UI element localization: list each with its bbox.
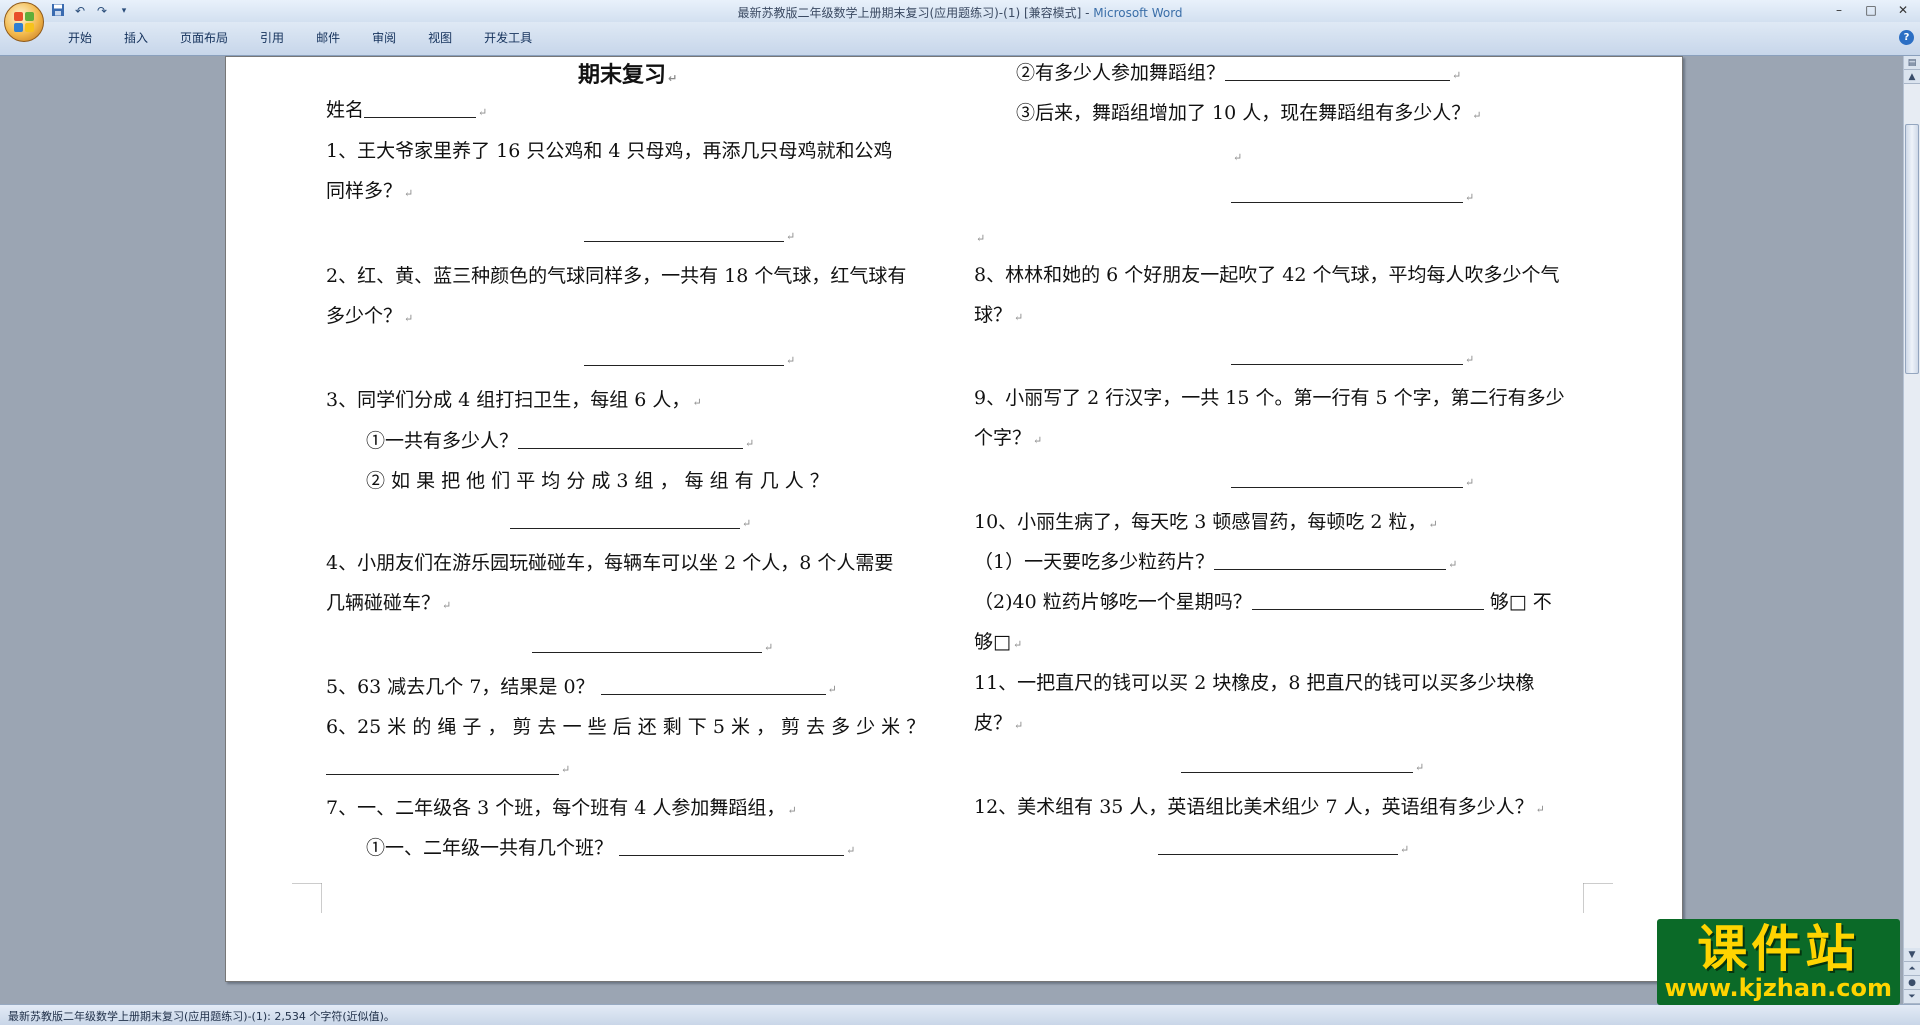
question-11-line-1: 11、一把直尺的钱可以买 2 块橡皮，8 把直尺的钱可以买多少块橡 (974, 672, 1535, 694)
question-7: 7、一、二年级各 3 个班，每个班有 4 人参加舞蹈组， ↵ (326, 797, 797, 819)
maximize-button[interactable]: □ (1860, 2, 1882, 18)
scroll-up-icon[interactable]: ▲ (1904, 70, 1920, 84)
scroll-bottom-controls: ▼ ⏶ ● ⏷ (1904, 948, 1920, 1004)
tab-references[interactable]: 引用 (244, 29, 300, 47)
question-10: 10、小丽生病了，每天吃 3 顿感冒药，每顿吃 2 粒， ↵ (974, 511, 1438, 533)
answer-line[interactable]: ↵ (532, 632, 773, 661)
answer-line[interactable]: ↵ (584, 345, 795, 374)
office-logo-icon (14, 12, 34, 32)
question-10-option: 够□ ↵ (974, 631, 1023, 653)
minimize-button[interactable]: – (1828, 2, 1850, 18)
answer-line[interactable]: ↵ (1231, 182, 1474, 211)
question-4-line-1: 4、小朋友们在游乐园玩碰碰车，每辆车可以坐 2 个人，8 个人需要 (326, 552, 894, 574)
question-9-line-1: 9、小丽写了 2 行汉字，一共 15 个。第一行有 5 个字，第二行有多少 (974, 387, 1565, 409)
question-11-line-2: 皮？ ↵ (974, 712, 1024, 734)
window-controls: – □ ✕ (1828, 2, 1914, 18)
document-name: 最新苏教版二年级数学上册期末复习(应用题练习)-(1) [兼容模式] - (737, 6, 1094, 20)
tab-insert[interactable]: 插入 (108, 29, 164, 47)
question-9-line-2: 个字？ ↵ (974, 427, 1043, 449)
empty-paragraph: ↵ (976, 232, 986, 245)
status-text: 最新苏教版二年级数学上册期末复习(应用题练习)-(1): 2,534 个字符(近… (8, 1010, 395, 1023)
tab-page-layout[interactable]: 页面布局 (164, 29, 244, 47)
name-field: 姓名 ↵ (326, 99, 488, 121)
answer-line[interactable]: ↵ (326, 754, 570, 783)
title-bar: ↶ ↷ ▾ 最新苏教版二年级数学上册期末复习(应用题练习)-(1) [兼容模式]… (0, 0, 1920, 22)
browse-object-icon[interactable]: ● (1904, 976, 1920, 990)
scroll-thumb[interactable] (1905, 124, 1919, 374)
office-button[interactable] (4, 2, 44, 42)
question-10-part-2: （2)40 粒药片够吃一个星期吗？ 够□ 不 (974, 591, 1552, 613)
ribbon-tabs: 开始 插入 页面布局 引用 邮件 审阅 视图 开发工具 (52, 29, 548, 47)
watermark-title: 课件站 (1697, 920, 1860, 978)
answer-line[interactable]: ↵ (1181, 752, 1424, 781)
answer-line[interactable]: ↵ (1231, 344, 1474, 373)
crop-mark-right (1583, 883, 1613, 913)
tab-developer[interactable]: 开发工具 (468, 29, 548, 47)
ruler-toggle-icon[interactable]: ▤ (1904, 56, 1920, 70)
watermark-logo: 课件站 www.kjzhan.com (1656, 919, 1900, 1005)
question-7-part-1: ①一、二年级一共有几个班？ ↵ (366, 837, 856, 859)
question-3: 3、同学们分成 4 组打扫卫生，每组 6 人， ↵ (326, 389, 702, 411)
question-3-part-2: ② 如 果 把 他 们 平 均 分 成 3 组 ， 每 组 有 几 人 ？ (366, 470, 829, 492)
next-page-icon[interactable]: ⏷ (1904, 990, 1920, 1004)
question-8-line-1: 8、林林和她的 6 个好朋友一起吹了 42 个气球，平均每人吹多少个气 (974, 264, 1560, 286)
status-bar: 最新苏教版二年级数学上册期末复习(应用题练习)-(1): 2,534 个字符(近… (0, 1004, 1920, 1025)
question-12: 12、美术组有 35 人，英语组比美术组少 7 人，英语组有多少人？ ↵ (974, 796, 1545, 818)
question-7-part-3: ③后来，舞蹈组增加了 10 人，现在舞蹈组有多少人？ ↵ (1016, 102, 1482, 124)
crop-mark-left (292, 883, 322, 913)
answer-line[interactable]: ↵ (1231, 467, 1474, 496)
question-1-line-2: 同样多？ ↵ (326, 180, 414, 202)
ribbon: 开始 插入 页面布局 引用 邮件 审阅 视图 开发工具 ? (0, 22, 1920, 56)
question-10-part-1: （1）一天要吃多少粒药片？ ↵ (974, 551, 1458, 573)
tab-view[interactable]: 视图 (412, 29, 468, 47)
close-button[interactable]: ✕ (1892, 2, 1914, 18)
window-title: 最新苏教版二年级数学上册期末复习(应用题练习)-(1) [兼容模式] - Mic… (0, 4, 1920, 21)
document-workspace: 期末复习 ↵ 姓名 ↵ 1、王大爷家里养了 16 只公鸡和 4 只母鸡，再添几只母鸡… (0, 56, 1903, 1004)
answer-line[interactable]: ↵ (510, 508, 751, 537)
tab-review[interactable]: 审阅 (356, 29, 412, 47)
tab-home[interactable]: 开始 (52, 29, 108, 47)
page-title: 期末复习 ↵ (578, 63, 678, 88)
vertical-scrollbar[interactable]: ▤ ▲ ▼ ⏶ ● ⏷ (1903, 56, 1920, 1004)
tab-mailings[interactable]: 邮件 (300, 29, 356, 47)
question-1-line-1: 1、王大爷家里养了 16 只公鸡和 4 只母鸡，再添几只母鸡就和公鸡 (326, 140, 893, 162)
question-2-line-1: 2、红、黄、蓝三种颜色的气球同样多，一共有 18 个气球，红气球有 (326, 265, 907, 287)
question-6: 6、25 米 的 绳 子 ， 剪 去 一 些 后 还 剩 下 5 米 ， 剪 去… (326, 716, 926, 738)
previous-page-icon[interactable]: ⏶ (1904, 962, 1920, 976)
question-8-line-2: 球？ ↵ (974, 304, 1024, 326)
scroll-down-icon[interactable]: ▼ (1904, 948, 1920, 962)
watermark-url: www.kjzhan.com (1664, 974, 1892, 1002)
question-3-part-1: ①一共有多少人？ ↵ (366, 430, 755, 452)
help-icon[interactable]: ? (1899, 30, 1914, 45)
app-name: Microsoft Word (1093, 6, 1183, 20)
question-2-line-2: 多少个？ ↵ (326, 305, 414, 327)
answer-line[interactable]: ↵ (1158, 834, 1409, 863)
question-4-line-2: 几辆碰碰车？ ↵ (326, 592, 452, 614)
document-page[interactable]: 期末复习 ↵ 姓名 ↵ 1、王大爷家里养了 16 只公鸡和 4 只母鸡，再添几只母鸡… (225, 56, 1683, 982)
answer-line[interactable]: ↵ (584, 221, 795, 250)
question-7-part-2: ②有多少人参加舞蹈组？ ↵ (1016, 62, 1462, 84)
question-5: 5、63 减去几个 7，结果是 0？ ↵ (326, 676, 837, 698)
empty-paragraph: ↵ (1233, 151, 1243, 164)
